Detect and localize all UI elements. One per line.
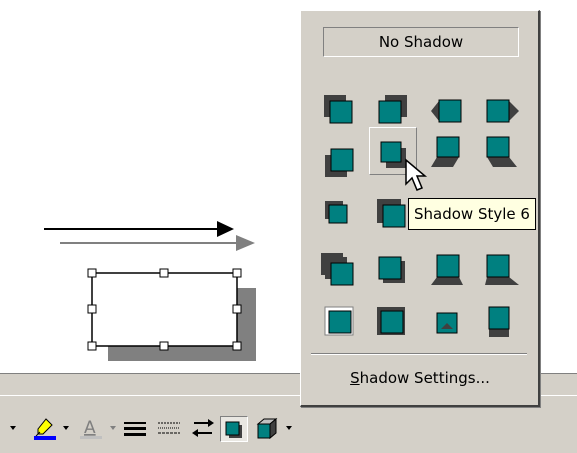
shadow-style-17[interactable] <box>315 299 363 347</box>
line-color-dropdown-arrow[interactable] <box>63 426 69 430</box>
arrow-style-icon <box>192 419 214 437</box>
letter-a-icon: A <box>80 418 102 439</box>
line-style-icon <box>124 422 146 436</box>
line-style-button[interactable] <box>120 416 150 440</box>
3d-icon <box>256 417 278 440</box>
fill-color-dropdown-arrow[interactable] <box>10 426 16 430</box>
palette-separator <box>311 353 527 355</box>
pen-icon <box>34 418 56 440</box>
dash-style-icon <box>158 422 180 434</box>
shadow-style-1[interactable] <box>315 87 363 135</box>
line-color-button[interactable] <box>30 416 60 440</box>
shadow-style-13[interactable] <box>315 247 363 295</box>
dash-style-button[interactable] <box>154 416 184 440</box>
shadow-icon <box>225 421 242 438</box>
shadow-style-16[interactable] <box>477 247 525 295</box>
shadow-style-18[interactable] <box>369 299 417 347</box>
shadow-style-9[interactable] <box>315 195 363 243</box>
font-color-dropdown-arrow <box>110 426 116 430</box>
mouse-cursor-icon <box>405 158 428 191</box>
selected-rectangle[interactable] <box>91 272 238 347</box>
shadow-style-7[interactable] <box>423 127 471 175</box>
settings-accelerator: S <box>350 369 360 387</box>
shadow-style-14[interactable] <box>369 247 417 295</box>
canvas-drawing <box>44 221 256 361</box>
3d-button[interactable] <box>252 416 282 440</box>
shadow-style-20[interactable] <box>477 299 525 347</box>
shadow-style-8[interactable] <box>477 127 525 175</box>
arrow-style-button[interactable] <box>188 416 218 440</box>
shadow-style-5[interactable] <box>315 135 363 183</box>
3d-dropdown-arrow[interactable] <box>286 426 292 430</box>
shadow-settings-menu-item[interactable]: Shadow Settings... <box>315 365 525 391</box>
shadow-style-15[interactable] <box>423 247 471 295</box>
shadow-arrowhead <box>236 235 255 251</box>
svg-text:A: A <box>84 418 96 438</box>
shadow-style-tooltip: Shadow Style 6 <box>408 198 536 230</box>
settings-label: hadow Settings... <box>359 369 490 387</box>
font-color-button[interactable]: A <box>76 416 106 440</box>
shadow-button[interactable] <box>220 416 248 442</box>
shadow-style-19[interactable] <box>423 299 471 347</box>
black-arrowhead <box>217 221 234 237</box>
